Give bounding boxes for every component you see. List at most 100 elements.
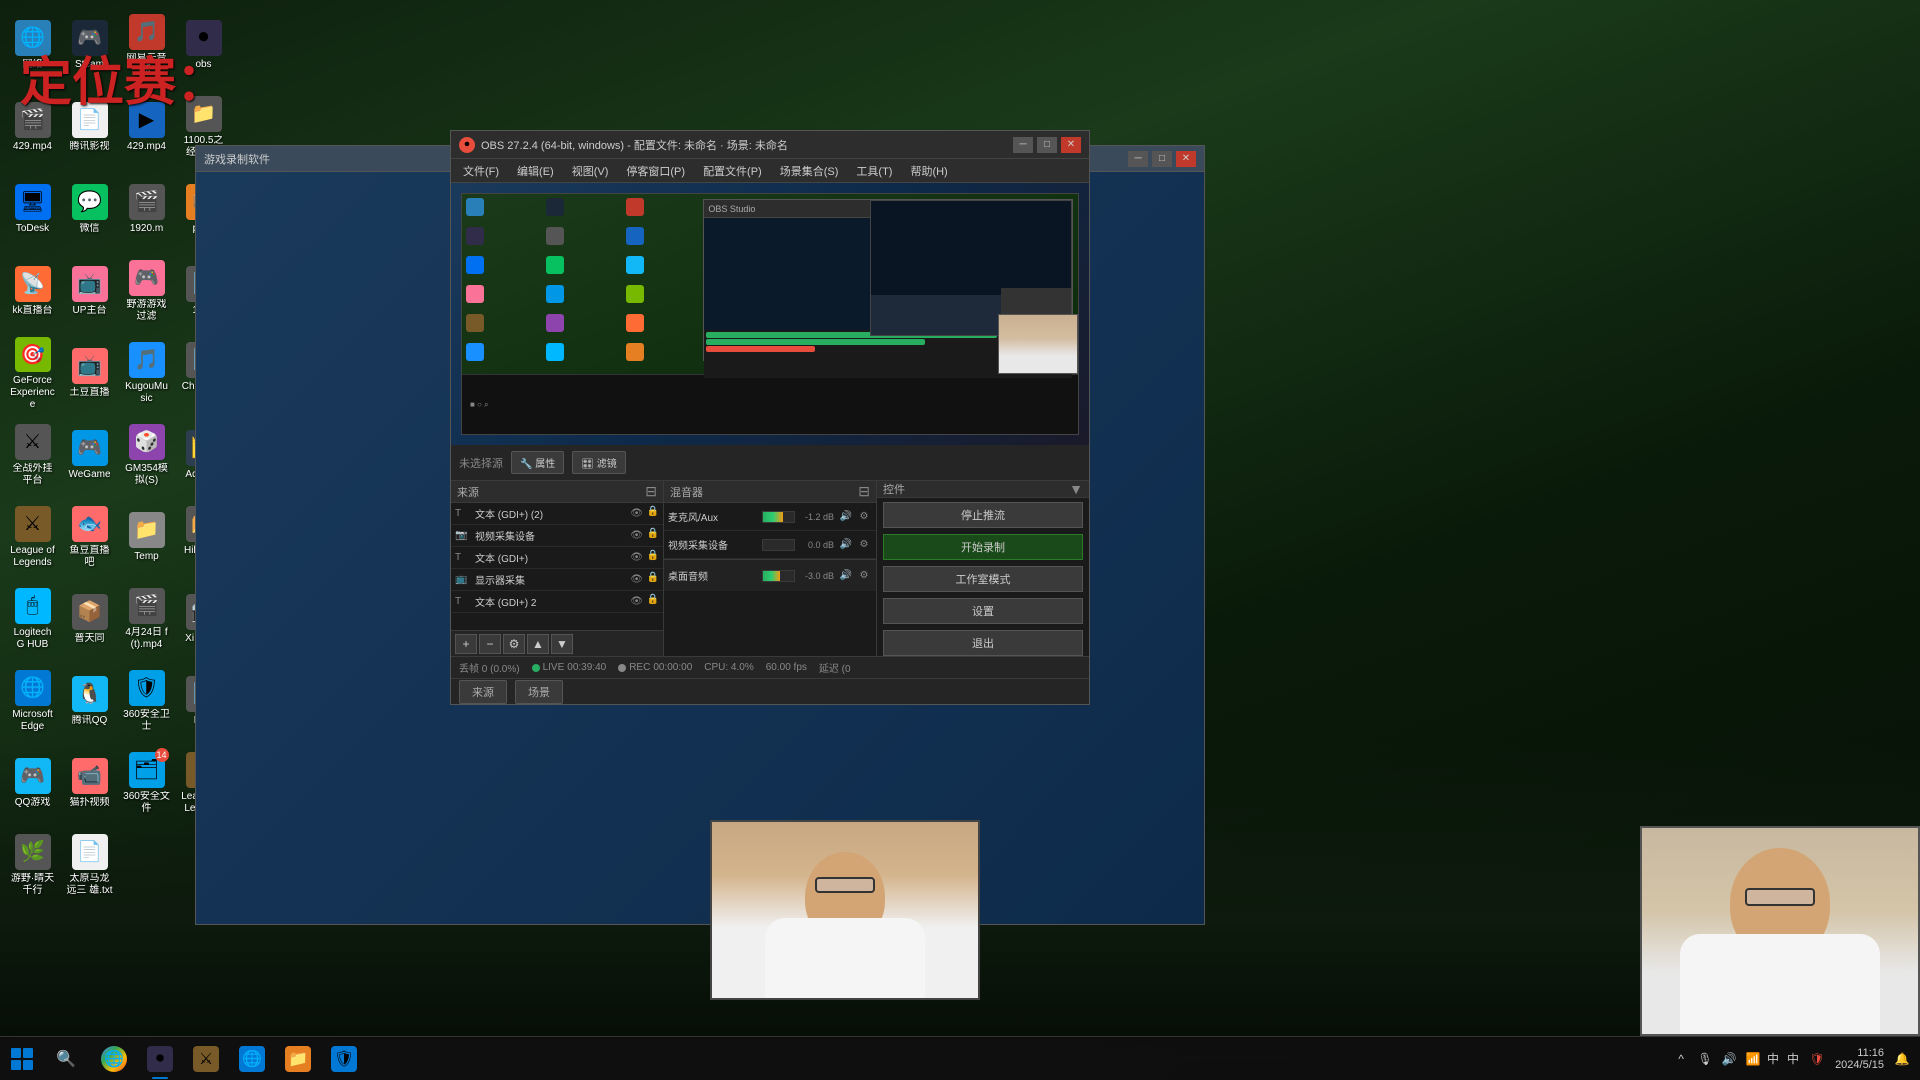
icon-360-file[interactable]: 🗂14 360安全文件 [119,743,174,823]
icon-tencent-qq[interactable]: 🐧 腾讯QQ [62,661,117,741]
obs-maximize-btn[interactable]: □ [1037,137,1057,153]
obs-close-btn[interactable]: ✕ [1061,137,1081,153]
menu-profile[interactable]: 配置文件(P) [695,160,770,182]
taskbar-app-chrome[interactable]: 🌐 [92,1037,136,1080]
clock-display[interactable]: 11:16 2024/5/15 [1831,1047,1888,1071]
wegame-icon-img: 🎮 [72,430,108,466]
taskbar-app-league[interactable]: ⚔ [184,1037,228,1080]
start-record-btn[interactable]: 开始录制 [883,534,1083,560]
source-row-2[interactable]: T 文本 (GDI+) 👁 🔒 [451,547,663,569]
start-button[interactable] [0,1037,44,1080]
menu-file[interactable]: 文件(F) [455,160,507,182]
tray-input-method[interactable]: 中 [1783,1049,1803,1069]
mixer-mute-0[interactable]: 🔊 [838,509,854,525]
add-source-btn[interactable]: + [455,634,477,654]
taskbar-app-defender[interactable]: 🛡 [322,1037,366,1080]
menu-view[interactable]: 视图(V) [564,160,617,182]
icon-todesk[interactable]: 🖥 ToDesk [5,169,60,249]
sources-expand-icon[interactable]: ⊟ [645,483,657,500]
mixer-mute-1[interactable]: 🔊 [838,537,854,553]
remove-source-btn[interactable]: − [479,634,501,654]
icon-miaoship[interactable]: 📹 猫扑视频 [62,743,117,823]
bg-close-btn[interactable]: ✕ [1176,151,1196,167]
source-eye-btn-0[interactable]: 👁 [629,506,645,522]
menu-edit[interactable]: 编辑(E) [509,160,562,182]
icon-kk[interactable]: 📡 kk直播台 [5,251,60,331]
icon-kk-label: kk直播台 [13,305,53,317]
controls-expand-icon[interactable]: ▼ [1069,481,1083,497]
icon-league[interactable]: ⚔ League of Legends [5,497,60,577]
mixer-bar-0 [762,511,795,523]
icon-wechat[interactable]: 💬 微信 [62,169,117,249]
taskbar-search-btn[interactable]: 🔍 [44,1037,88,1080]
source-row-1[interactable]: 📷 视频采集设备 👁 🔒 [451,525,663,547]
taskbar-app-obs[interactable]: ⏺ [138,1037,182,1080]
icon-yudouzhibo[interactable]: 🐟 鱼豆直播吧 [62,497,117,577]
menu-help[interactable]: 帮助(H) [902,160,955,182]
tray-volume[interactable]: 🔊 [1719,1049,1739,1069]
menu-docking[interactable]: 停客窗口(P) [618,160,693,182]
menu-tools[interactable]: 工具(T) [848,160,900,182]
icon-yeyou[interactable]: 🎮 野游游戏过滤 [119,251,174,331]
studio-mode-btn[interactable]: 工作室模式 [883,566,1083,592]
settings-btn[interactable]: 设置 [883,598,1083,624]
icon-1920[interactable]: 🎬 1920.m [119,169,174,249]
obs-minimize-btn[interactable]: ─ [1013,137,1033,153]
source-eye-btn-3[interactable]: 👁 [629,572,645,588]
icon-qq-games[interactable]: 🎮 QQ游戏 [5,743,60,823]
filter-btn[interactable]: 🎛 滤镜 [572,451,625,474]
sources-bottom-toolbar: + − ⚙ ▲ ▼ [451,630,663,656]
icon-april24[interactable]: 🎬 4月24日 f(t).mp4 [119,579,174,659]
icon-kugou[interactable]: 🎵 KugouMusic [119,333,174,413]
mixer-master-mute[interactable]: 🔊 [838,568,854,584]
icon-gm354[interactable]: 🎲 GM354模 拟(S) [119,415,174,495]
bg-minimize-btn[interactable]: ─ [1128,151,1148,167]
source-eye-btn-4[interactable]: 👁 [629,594,645,610]
icon-zhankefight[interactable]: ⚔ 全战外挂平台 [5,415,60,495]
source-down-btn[interactable]: ▼ [551,634,573,654]
exit-btn[interactable]: 退出 [883,630,1083,656]
source-row-3[interactable]: 📺 显示器采集 👁 🔒 [451,569,663,591]
tray-security[interactable]: 🛡 [1807,1049,1827,1069]
source-eye-btn-1[interactable]: 👁 [629,528,645,544]
icon-malong[interactable]: 📄 太原马龙远三 雄.txt [62,825,117,905]
tray-arrow[interactable]: ^ [1671,1049,1691,1069]
source-row-0[interactable]: T 文本 (GDI+) (2) 👁 🔒 [451,503,663,525]
icon-msedge[interactable]: 🌐 Microsoft Edge [5,661,60,741]
source-up-btn[interactable]: ▲ [527,634,549,654]
icon-geforce[interactable]: 🎯 GeForce Experience [5,333,60,413]
notification-area[interactable]: 🔔 [1892,1049,1912,1069]
obs-titlebar[interactable]: ⏺ OBS 27.2.4 (64-bit, windows) - 配置文件: 未… [451,131,1089,159]
bg-maximize-btn[interactable]: □ [1152,151,1172,167]
mixer-expand-icon[interactable]: ⊟ [858,483,870,500]
source-eye-btn-2[interactable]: 👁 [629,550,645,566]
mixer-row-0: 麦克风/Aux -1.2 dB 🔊 ⚙ [664,503,876,531]
face-glasses-small [815,877,875,893]
source-settings-btn[interactable]: ⚙ [503,634,525,654]
icon-tudou[interactable]: 📺 土豆直播 [62,333,117,413]
tray-language[interactable]: 中 [1767,1050,1779,1067]
mini-icon-1 [466,198,484,216]
tab-scene[interactable]: 场景 [515,680,563,704]
mixer-settings-0[interactable]: ⚙ [856,509,872,525]
tray-network[interactable]: 📶 [1743,1049,1763,1069]
source-row-4[interactable]: T 文本 (GDI+) 2 👁 🔒 [451,591,663,613]
icon-putian[interactable]: 📦 普天同 [62,579,117,659]
icon-up-platform[interactable]: 📺 UP主台 [62,251,117,331]
menu-scene-collection[interactable]: 场景集合(S) [772,160,847,182]
icon-temp[interactable]: 📁 Temp [119,497,174,577]
properties-btn[interactable]: 🔧 属性 [511,451,564,474]
taskbar-app-filemanager[interactable]: 📁 [276,1037,320,1080]
icon-logitech[interactable]: 🖱 Logitech G HUB [5,579,60,659]
icon-wegame[interactable]: 🎮 WeGame [62,415,117,495]
icon-youye[interactable]: 🌿 游野·晴天千行 [5,825,60,905]
mini-icon-8 [546,256,564,274]
taskbar-app-edge[interactable]: 🌐 [230,1037,274,1080]
mixer-settings-1[interactable]: ⚙ [856,537,872,553]
tray-microphone[interactable]: 🎙 [1695,1049,1715,1069]
icon-360-security[interactable]: 🛡 360安全卫士 [119,661,174,741]
mixer-master-settings[interactable]: ⚙ [856,568,872,584]
obs-taskbar-icon: ⏺ [147,1046,173,1072]
tab-source[interactable]: 来源 [459,680,507,704]
stop-stream-btn[interactable]: 停止推流 [883,502,1083,528]
